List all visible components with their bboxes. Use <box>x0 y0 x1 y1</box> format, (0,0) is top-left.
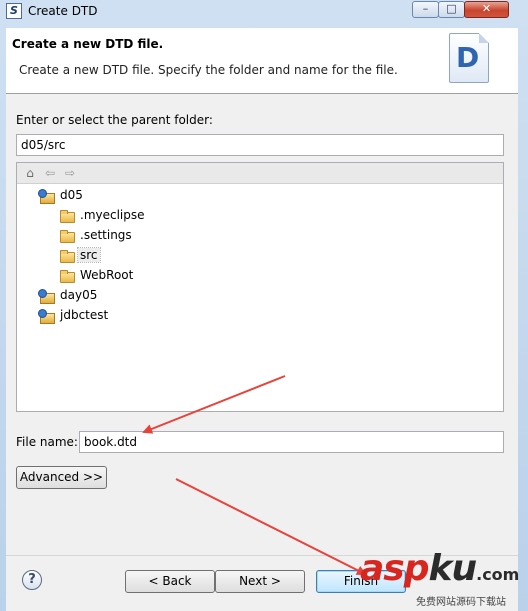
tree-item-label: .myeclipse <box>80 208 145 222</box>
tree-item-label: .settings <box>80 228 132 242</box>
project-icon <box>38 288 55 304</box>
tree-item-label: src <box>77 247 101 263</box>
tree-item-label: day05 <box>60 288 98 302</box>
next-button[interactable]: Next > <box>215 570 305 593</box>
banner-title: Create a new DTD file. <box>12 37 164 51</box>
project-icon <box>38 188 55 204</box>
tree-item-d05[interactable]: d05 <box>38 186 85 204</box>
wizard-banner: Create a new DTD file. Create a new DTD … <box>6 28 518 94</box>
tree-item-src[interactable]: src <box>59 246 101 264</box>
back-button[interactable]: < Back <box>125 570 215 593</box>
tree-item-webroot[interactable]: WebRoot <box>59 266 135 284</box>
tree-item-label: jdbctest <box>60 308 109 322</box>
project-icon <box>38 308 55 324</box>
tree-item-label: d05 <box>60 188 83 202</box>
folder-icon <box>59 209 75 223</box>
watermark-logo: aspku.com <box>360 548 520 589</box>
folder-icon <box>59 229 75 243</box>
parent-folder-input[interactable]: d05/src <box>16 134 504 156</box>
tree-item-myeclipse[interactable]: .myeclipse <box>59 206 147 224</box>
aspku-watermark: aspku.com 免费网站源码下载站 <box>360 548 528 611</box>
watermark-subtitle: 免费网站源码下载站 <box>416 597 506 608</box>
home-icon[interactable]: ⌂ <box>23 166 37 180</box>
create-dtd-window: S Create DTD – □ ✕ Create a new DTD file… <box>0 0 528 611</box>
back-arrow-icon[interactable]: ⇦ <box>43 166 57 180</box>
minimize-button[interactable]: – <box>412 1 439 18</box>
maximize-button[interactable]: □ <box>438 1 465 18</box>
advanced-button[interactable]: Advanced >> <box>16 466 107 489</box>
title-bar[interactable]: S Create DTD – □ ✕ <box>0 0 528 22</box>
file-name-input[interactable]: book.dtd <box>79 431 504 453</box>
file-name-label: File name: <box>16 435 78 449</box>
parent-folder-label: Enter or select the parent folder: <box>16 113 213 127</box>
help-icon[interactable]: ? <box>22 570 42 590</box>
tree-toolbar: ⌂ ⇦ ⇨ <box>17 163 503 184</box>
page-fold-icon <box>479 33 489 43</box>
dialog-client-area: Create a new DTD file. Create a new DTD … <box>6 28 518 611</box>
tree-item-settings[interactable]: .settings <box>59 226 134 244</box>
folder-open-icon <box>59 249 75 263</box>
dtd-logo-letter: D <box>456 41 480 74</box>
tree-item-jdbctest[interactable]: jdbctest <box>38 306 110 324</box>
eclipse-app-icon: S <box>6 3 22 19</box>
banner-description: Create a new DTD file. Specify the folde… <box>19 63 398 77</box>
folder-icon <box>59 269 75 283</box>
tree-item-label: WebRoot <box>80 268 134 282</box>
folder-tree[interactable]: ⌂ ⇦ ⇨ d05 .myeclipse .settings src WebRo… <box>16 162 504 412</box>
tree-item-day05[interactable]: day05 <box>38 286 99 304</box>
window-title: Create DTD <box>28 4 98 18</box>
dtd-file-icon: D <box>449 33 489 83</box>
close-button[interactable]: ✕ <box>464 1 509 18</box>
forward-arrow-icon[interactable]: ⇨ <box>63 166 77 180</box>
